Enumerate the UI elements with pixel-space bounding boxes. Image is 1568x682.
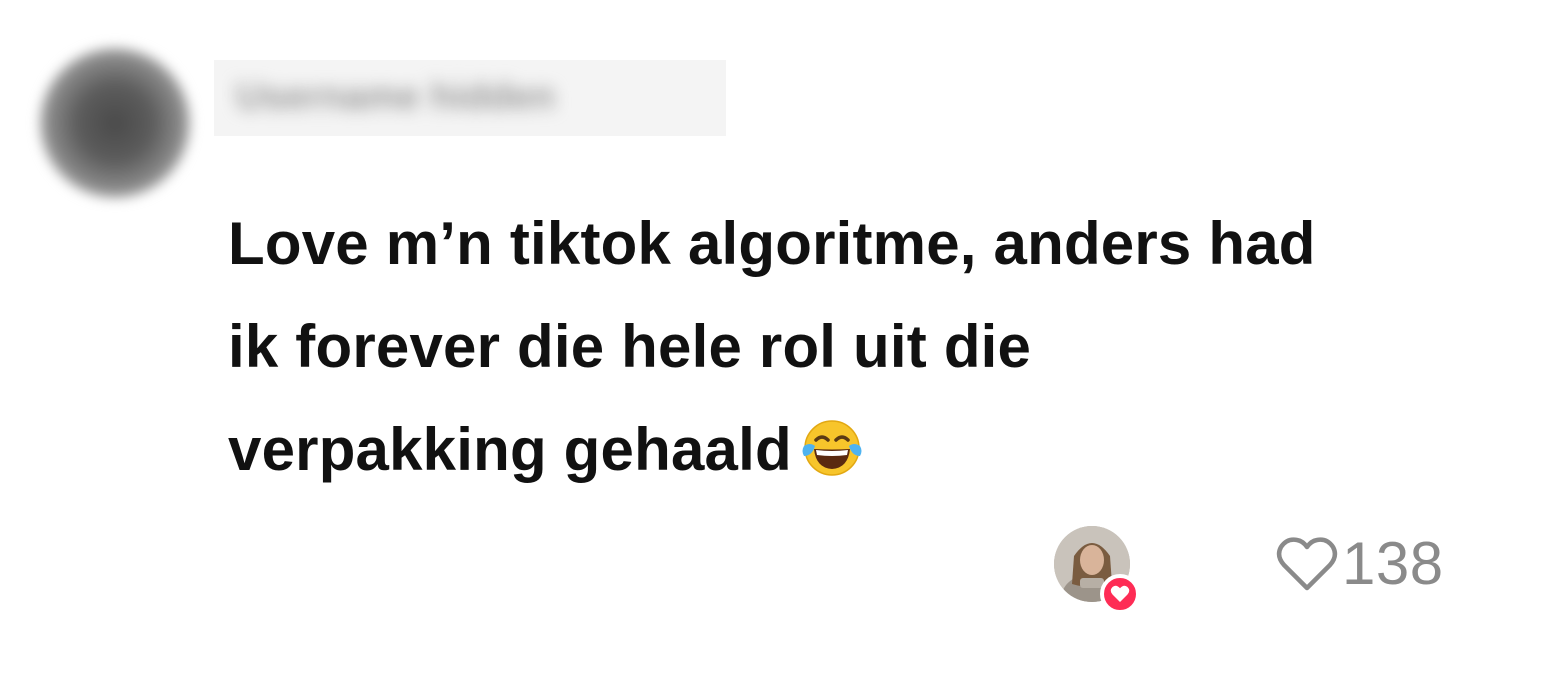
like-count: 138 bbox=[1342, 530, 1444, 597]
commenter-username[interactable]: Username hidden bbox=[214, 60, 726, 136]
comment-item: Username hidden Love m’n tiktok algoritm… bbox=[0, 0, 1568, 682]
like-button[interactable]: 138 bbox=[1276, 534, 1444, 594]
creator-liked-indicator bbox=[1054, 526, 1144, 616]
comment-line-1: Love m’n tiktok algoritme, anders had bbox=[228, 210, 1316, 277]
comment-text: Love m’n tiktok algoritme, anders had ik … bbox=[228, 192, 1508, 501]
username-text: Username hidden bbox=[236, 76, 555, 118]
heart-outline-icon[interactable] bbox=[1276, 536, 1338, 592]
creator-heart-badge-icon bbox=[1100, 574, 1140, 614]
face-with-tears-of-joy-icon bbox=[802, 420, 862, 476]
commenter-avatar[interactable] bbox=[40, 48, 190, 198]
comment-line-3: verpakking gehaald bbox=[228, 416, 792, 483]
comment-line-2: ik forever die hele rol uit die bbox=[228, 313, 1032, 380]
